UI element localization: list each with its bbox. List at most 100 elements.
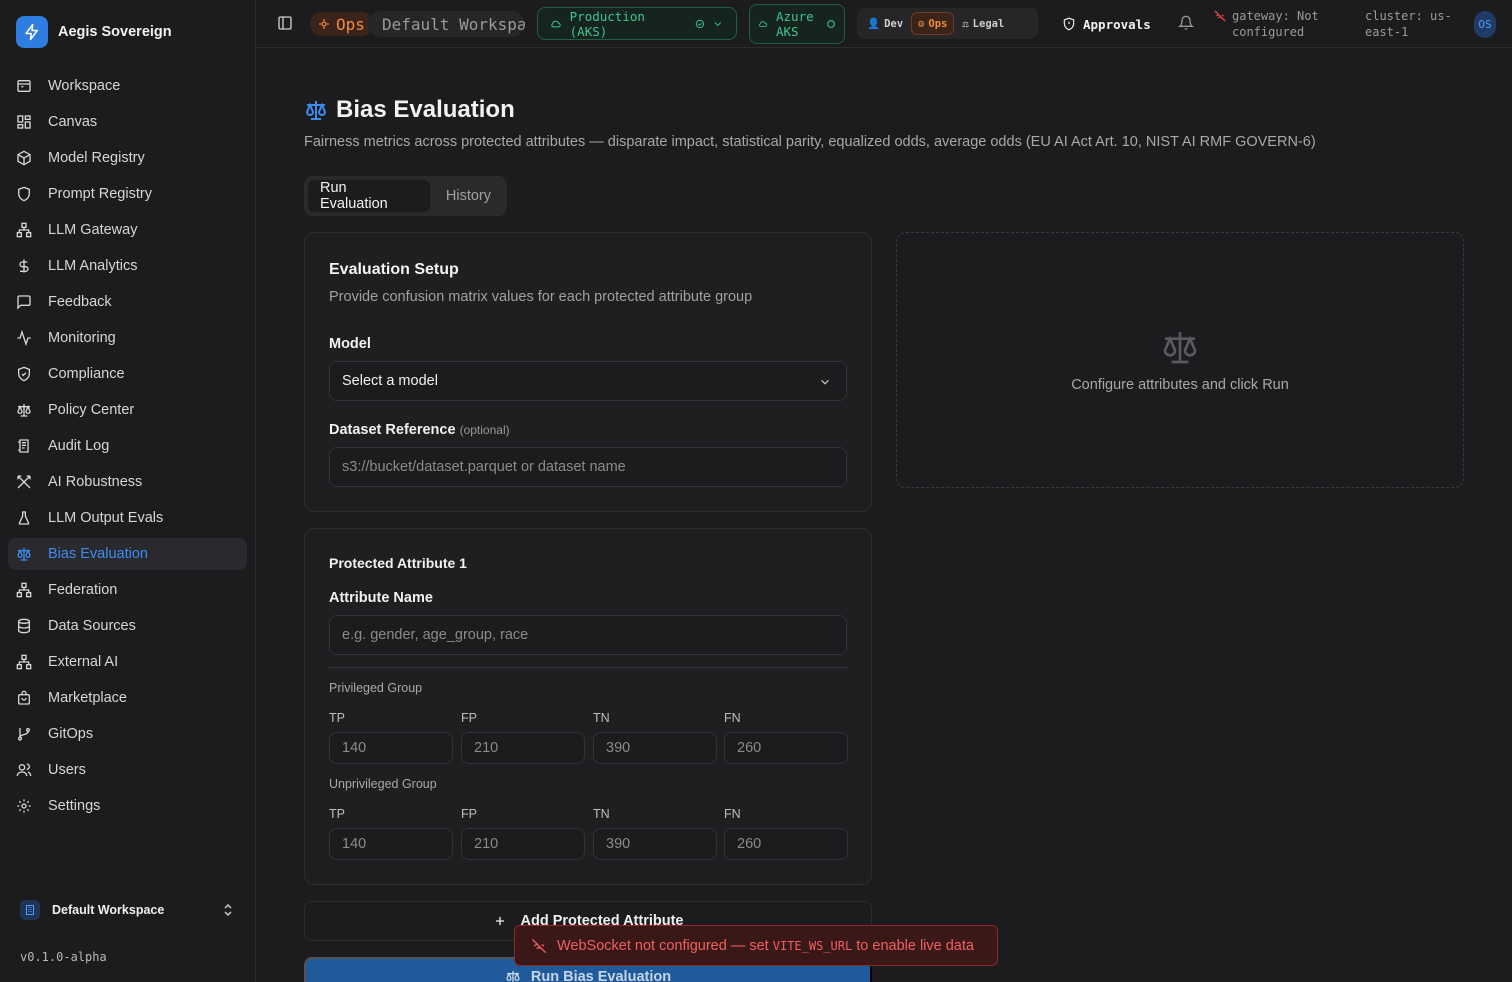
sidebar-item-audit-log[interactable]: Audit Log [8,430,247,462]
privileged-tp-input[interactable]: 140 [329,732,453,764]
attribute-name-placeholder: e.g. gender, age_group, race [342,627,529,643]
sidebar-item-prompt-registry[interactable]: Prompt Registry [8,178,247,210]
sidebar-item-data-sources[interactable]: Data Sources [8,610,247,642]
metric-label-fp: FP [461,807,477,821]
gateway-line2: configured [1232,25,1305,39]
toast-code: VITE_WS_URL [772,938,853,953]
sidebar-item-label: Settings [48,798,101,814]
sidebar-item-gitops[interactable]: GitOps [8,718,247,750]
ops-mode-badge[interactable]: Ops [310,12,373,36]
brand[interactable]: Aegis Sovereign [16,16,172,48]
evaluation-setup-card: Evaluation Setup Provide confusion matri… [304,232,872,512]
metric-label-fn: FN [724,711,741,725]
sidebar-item-policy-center[interactable]: Policy Center [8,394,247,426]
git-branch-icon [18,728,30,741]
flask-icon [18,511,30,525]
sidebar-item-settings[interactable]: Settings [8,790,247,822]
shield-icon [18,186,30,202]
role-dev[interactable]: 👤 Dev [861,12,909,35]
wifi-off-icon [531,938,547,953]
network-icon [16,222,32,238]
scale-icon [305,101,327,120]
sidebar-item-label: GitOps [48,726,94,742]
ops-badge-label: Ops [336,14,365,34]
workspace-selector[interactable]: Default Workspa... [368,11,525,37]
scale-icon: ⚖ [962,17,969,30]
cluster-line1: cluster: us- [1365,9,1452,23]
database-icon [18,618,30,634]
approvals-button[interactable]: Approvals [1062,12,1151,36]
dataset-label: Dataset Reference (optional) [329,422,510,438]
unprivileged-group-label: Unprivileged Group [329,777,437,791]
dataset-placeholder: s3://bucket/dataset.parquet or dataset n… [342,459,626,475]
sidebar-item-compliance[interactable]: Compliance [8,358,247,390]
privileged-fn-input[interactable]: 260 [724,732,848,764]
sidebar-item-label: Canvas [48,114,98,130]
log-icon [18,439,29,453]
unprivileged-fp-input[interactable]: 210 [461,828,585,860]
page-title-text: Bias Evaluation [336,96,515,123]
sidebar-item-monitoring[interactable]: Monitoring [8,322,247,354]
bag-icon [18,690,30,705]
unprivileged-fn-input[interactable]: 260 [724,828,848,860]
sidebar-item-workspace[interactable]: Workspace [8,70,247,102]
scale-icon [506,971,520,982]
attribute-name-input[interactable]: e.g. gender, age_group, race [329,615,847,655]
tab-bar: Run Evaluation History [304,176,507,216]
workspace-switcher[interactable]: Default Workspace [12,894,244,926]
tab-history[interactable]: History [434,180,503,212]
sidebar-item-canvas[interactable]: Canvas [8,106,247,138]
sidebar-item-label: Compliance [48,366,125,382]
sidebar-item-marketplace[interactable]: Marketplace [8,682,247,714]
sidebar-item-llm-output-evals[interactable]: LLM Output Evals [8,502,247,534]
model-label: Model [329,336,371,352]
unprivileged-tn-input[interactable]: 390 [593,828,717,860]
sidebar-item-feedback[interactable]: Feedback [8,286,247,318]
chevron-down-icon [714,21,722,26]
avatar[interactable]: OS [1474,11,1496,38]
network-icon [16,582,32,598]
sidebar-item-external-ai[interactable]: External AI [8,646,247,678]
sidebar-item-ai-robustness[interactable]: AI Robustness [8,466,247,498]
canvas-icon [17,115,31,129]
attribute-name-label: Attribute Name [329,590,433,606]
shield-icon [1063,17,1075,31]
sidebar-item-users[interactable]: Users [8,754,247,786]
privileged-fp-input[interactable]: 210 [461,732,585,764]
privileged-tn-input[interactable]: 390 [593,732,717,764]
chevron-updown-icon [224,903,232,917]
environment-label: Production (AKS) [569,8,645,39]
role-legal[interactable]: ⚖ Legal [956,12,1010,35]
sidebar-item-llm-analytics[interactable]: LLM Analytics [8,250,247,282]
gateway-status-text: gateway: Not configured [1232,8,1319,40]
sidebar-item-model-registry[interactable]: Model Registry [8,142,247,174]
approvals-label: Approvals [1083,16,1151,32]
sidebar-item-federation[interactable]: Federation [8,574,247,606]
chevron-down-icon [821,379,829,385]
empty-state-text: Configure attributes and click Run [1071,377,1289,393]
metric-label-tn: TN [593,711,610,725]
environment-selector[interactable]: Production (AKS) [537,7,737,40]
toast-message: WebSocket not configured — set VITE_WS_U… [557,938,974,954]
privileged-group-label: Privileged Group [329,681,423,695]
unprivileged-tp-input[interactable]: 140 [329,828,453,860]
sidebar-nav: Workspace Canvas Model Registry Prompt R… [8,70,247,826]
sidebar-toggle-button[interactable] [277,15,293,31]
sidebar-item-bias-evaluation[interactable]: Bias Evaluation [8,538,247,570]
cube-icon [17,150,31,166]
tab-run-evaluation[interactable]: Run Evaluation [308,180,430,212]
model-select[interactable]: Select a model [329,361,847,401]
bell-icon [1178,15,1194,30]
sidebar-item-label: Federation [48,582,118,598]
role-ops[interactable]: ⚙ Ops [911,12,955,35]
notifications-button[interactable] [1178,15,1194,31]
sidebar-item-label: LLM Output Evals [48,510,164,526]
sidebar-item-label: Bias Evaluation [48,546,148,562]
sidebar-item-llm-gateway[interactable]: LLM Gateway [8,214,247,246]
gear-icon: ⚙ [918,17,925,30]
cloud-provider-badge[interactable]: Azure AKS [749,4,845,44]
cloud-provider-line1: Azure [776,9,814,24]
status-check-icon [695,19,704,28]
dataset-reference-input[interactable]: s3://bucket/dataset.parquet or dataset n… [329,447,847,487]
cluster-status: cluster: us- east-1 [1365,8,1461,40]
